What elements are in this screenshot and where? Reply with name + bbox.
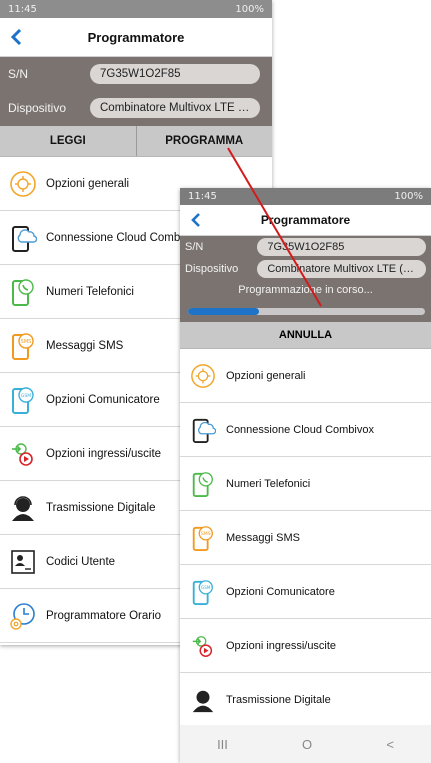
progress-fill <box>188 307 260 315</box>
status-battery: 100% <box>235 3 264 15</box>
menu-item-phone-numbers[interactable]: Numeri Telefonici <box>180 457 431 511</box>
menu-item-sms-messages[interactable]: SMS Messaggi SMS <box>180 511 431 565</box>
svg-text:GSM: GSM <box>21 393 31 399</box>
serial-label: S/N <box>8 67 29 81</box>
cloud-phone-icon <box>0 223 46 253</box>
status-battery: 100% <box>394 191 423 202</box>
cloud-phone-icon <box>180 416 226 444</box>
menu-item-general-options[interactable]: Opzioni generali <box>180 349 431 403</box>
gsm-icon: GSM <box>180 578 226 606</box>
menu-item-io-options[interactable]: Opzioni ingressi/uscite <box>180 619 431 673</box>
serial-row: S/N 7G35W1O2F85 <box>0 57 272 91</box>
status-time: 11:45 <box>8 3 37 15</box>
menu-item-cloud-connection[interactable]: Connessione Cloud Combivox <box>180 403 431 457</box>
back-button[interactable] <box>186 210 206 230</box>
input-output-icon <box>0 440 46 468</box>
menu-item-label: Trasmissione Digitale <box>226 693 331 706</box>
menu-item-label: Opzioni generali <box>226 369 306 382</box>
back-button[interactable] <box>6 27 26 47</box>
phone-icon <box>180 470 226 498</box>
device-info-progress: S/N 7G35W1O2F85 Dispositivo Combinatore … <box>180 236 431 322</box>
programmer-screen-progress: 11:45 100% Programmatore S/N 7G35W1O2F85… <box>180 188 431 763</box>
device-label: Dispositivo <box>8 101 67 115</box>
page-title: Programmatore <box>260 213 351 227</box>
user-code-icon <box>0 548 46 576</box>
device-info: S/N 7G35W1O2F85 Dispositivo Combinatore … <box>0 57 272 126</box>
phone-icon <box>0 277 46 307</box>
system-navigation-bar: III O < <box>180 725 431 763</box>
device-label: Dispositivo <box>185 263 239 275</box>
menu-item-communicator-options[interactable]: GSM Opzioni Comunicatore <box>180 565 431 619</box>
menu-item-label: Messaggi SMS <box>226 531 300 544</box>
menu-item-label: Opzioni Comunicatore <box>226 585 335 598</box>
svg-text:SMS: SMS <box>201 531 211 537</box>
gear-icon <box>0 170 46 198</box>
headset-icon <box>0 494 46 522</box>
menu-item-label: Opzioni ingressi/uscite <box>46 447 162 460</box>
status-time: 11:45 <box>188 191 217 202</box>
svg-text:GSM: GSM <box>201 585 211 590</box>
read-button[interactable]: LEGGI <box>0 126 136 156</box>
menu-item-label: Opzioni ingressi/uscite <box>226 639 337 652</box>
progress-bar <box>188 307 425 315</box>
gear-icon <box>180 363 226 389</box>
device-field: Combinatore Multivox LTE (Co... <box>90 98 260 118</box>
gsm-icon: GSM <box>0 385 46 415</box>
menu-item-label: Numeri Telefonici <box>46 285 134 298</box>
chevron-left-icon <box>191 213 200 227</box>
headset-icon <box>180 687 226 713</box>
cancel-button[interactable]: ANNULLA <box>180 322 431 349</box>
serial-label: S/N <box>185 241 204 253</box>
system-back-button[interactable]: < <box>386 737 394 752</box>
progress-text: Programmazione in corso... <box>238 284 373 296</box>
menu-item-label: Numeri Telefonici <box>226 477 311 490</box>
clock-gear-icon <box>0 601 46 631</box>
menu-item-label: Connessione Cloud Combivox <box>226 423 374 436</box>
serial-field: 7G35W1O2F85 <box>90 64 260 84</box>
page-title: Programmatore <box>87 29 185 45</box>
device-row: Dispositivo Combinatore Multivox LTE (Co… <box>0 91 272 125</box>
menu-item-digital-transmission[interactable]: Trasmissione Digitale <box>180 673 431 727</box>
menu-item-label: Trasmissione Digitale <box>46 501 156 514</box>
input-output-icon <box>180 633 226 659</box>
menu-item-label: Programmatore Orario <box>46 609 162 622</box>
menu-item-label: Connessione Cloud Combivox <box>46 231 201 244</box>
recent-apps-button[interactable]: III <box>217 737 228 752</box>
sms-icon: SMS <box>180 524 226 552</box>
menu-item-label: Codici Utente <box>46 555 116 568</box>
svg-text:SMS: SMS <box>21 339 32 345</box>
top-bar: Programmatore <box>180 205 431 236</box>
chevron-left-icon <box>10 29 22 45</box>
action-buttons: LEGGI PROGRAMMA <box>0 126 272 157</box>
sms-icon: SMS <box>0 331 46 361</box>
settings-menu: Opzioni generali Connessione Cloud Combi… <box>180 349 431 727</box>
serial-field: 7G35W1O2F85 <box>257 238 426 256</box>
device-row: Dispositivo Combinatore Multivox LTE (Co… <box>180 258 431 280</box>
serial-row: S/N 7G35W1O2F85 <box>180 236 431 258</box>
home-button[interactable]: O <box>302 737 312 752</box>
status-bar: 11:45 100% <box>180 188 431 205</box>
menu-item-label: Opzioni generali <box>46 177 130 190</box>
top-bar: Programmatore <box>0 18 272 57</box>
progress-bar-wrap <box>180 300 431 322</box>
device-field: Combinatore Multivox LTE (Co... <box>257 260 426 278</box>
menu-item-label: Opzioni Comunicatore <box>46 393 160 406</box>
program-button[interactable]: PROGRAMMA <box>135 126 273 156</box>
status-bar: 11:45 100% <box>0 0 272 18</box>
menu-item-label: Messaggi SMS <box>46 339 124 352</box>
